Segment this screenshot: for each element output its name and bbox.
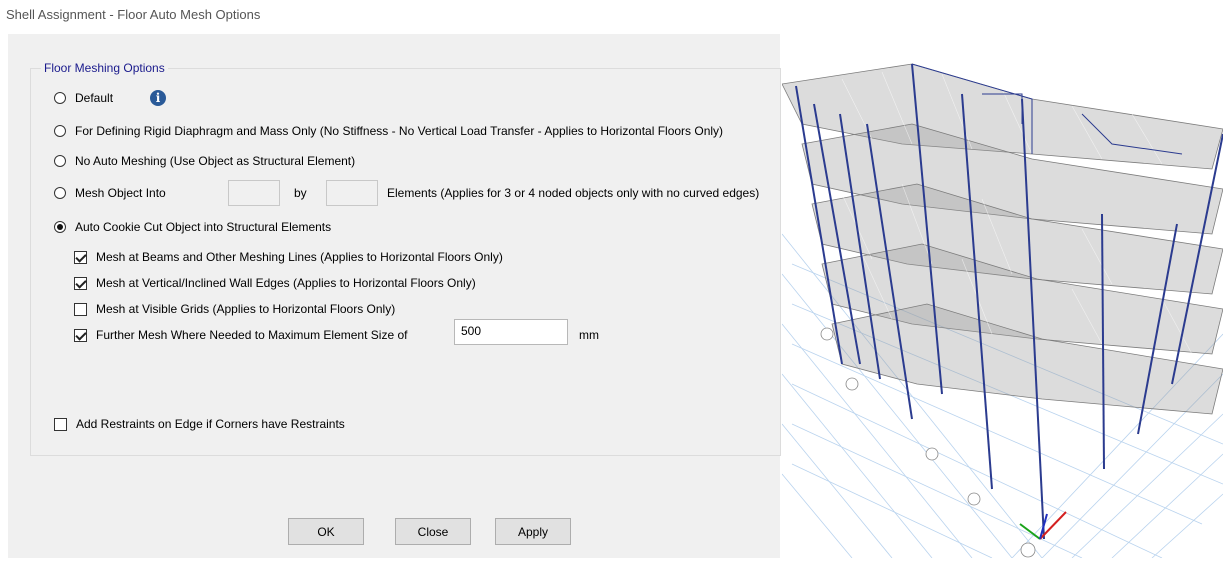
checkbox-add-restraints[interactable] xyxy=(54,417,67,431)
close-button[interactable]: Close xyxy=(395,518,471,545)
check-grids-label: Mesh at Visible Grids (Applies to Horizo… xyxy=(96,302,396,316)
radio-mesh-object-into[interactable] xyxy=(54,187,66,199)
model-3d-view[interactable] xyxy=(781,34,1223,559)
check-restraints-label: Add Restraints on Edge if Corners have R… xyxy=(76,417,345,431)
option-no-auto-label: No Auto Meshing (Use Object as Structura… xyxy=(75,154,356,168)
option-no-auto-meshing[interactable]: No Auto Meshing (Use Object as Structura… xyxy=(54,154,355,168)
option-mesh-object-into[interactable]: Mesh Object Into xyxy=(54,186,166,200)
elements-note: Elements (Applies for 3 or 4 noded objec… xyxy=(387,186,760,200)
checkbox-mesh-at-beams[interactable] xyxy=(74,250,87,264)
option-default-label: Default xyxy=(75,91,114,105)
checkbox-mesh-at-grids[interactable] xyxy=(74,302,87,316)
max-size-unit: mm xyxy=(579,328,599,342)
checkbox-further-mesh[interactable] xyxy=(74,328,87,342)
check-walls-label: Mesh at Vertical/Inclined Wall Edges (Ap… xyxy=(96,276,476,290)
by-label: by xyxy=(294,186,307,200)
dialog-panel: Floor Meshing Options Default i For Defi… xyxy=(8,34,781,558)
check-beams-label: Mesh at Beams and Other Meshing Lines (A… xyxy=(96,250,503,264)
radio-no-auto-meshing[interactable] xyxy=(54,155,66,167)
option-rigid-label: For Defining Rigid Diaphragm and Mass On… xyxy=(75,124,724,138)
check-mesh-at-beams[interactable]: Mesh at Beams and Other Meshing Lines (A… xyxy=(74,250,503,264)
radio-auto-cookie-cut[interactable] xyxy=(54,221,66,233)
option-default[interactable]: Default i xyxy=(54,90,167,106)
option-auto-cookie-cut[interactable]: Auto Cookie Cut Object into Structural E… xyxy=(54,220,331,234)
check-mesh-at-grids[interactable]: Mesh at Visible Grids (Applies to Horizo… xyxy=(74,302,395,316)
radio-rigid-diaphragm[interactable] xyxy=(54,125,66,137)
group-label: Floor Meshing Options xyxy=(41,61,168,75)
floor-slabs xyxy=(781,63,1223,415)
info-icon[interactable]: i xyxy=(150,90,167,106)
apply-button[interactable]: Apply xyxy=(495,518,571,545)
check-further-label: Further Mesh Where Needed to Maximum Ele… xyxy=(96,328,408,342)
ok-button[interactable]: OK xyxy=(288,518,364,545)
checkbox-mesh-at-walls[interactable] xyxy=(74,276,87,290)
mesh-count-x-input[interactable] xyxy=(228,180,280,206)
check-add-restraints[interactable]: Add Restraints on Edge if Corners have R… xyxy=(54,417,345,431)
check-mesh-at-walls[interactable]: Mesh at Vertical/Inclined Wall Edges (Ap… xyxy=(74,276,476,290)
3d-building-frame-model-icon xyxy=(781,63,1223,559)
window-title: Shell Assignment - Floor Auto Mesh Optio… xyxy=(6,7,261,22)
option-cookie-cut-label: Auto Cookie Cut Object into Structural E… xyxy=(75,220,332,234)
option-mesh-into-label: Mesh Object Into xyxy=(75,186,166,200)
option-rigid-diaphragm[interactable]: For Defining Rigid Diaphragm and Mass On… xyxy=(54,124,723,138)
max-element-size-input[interactable]: 500 xyxy=(454,319,568,345)
check-further-mesh[interactable]: Further Mesh Where Needed to Maximum Ele… xyxy=(74,328,407,342)
mesh-count-y-input[interactable] xyxy=(326,180,378,206)
radio-default[interactable] xyxy=(54,92,66,104)
